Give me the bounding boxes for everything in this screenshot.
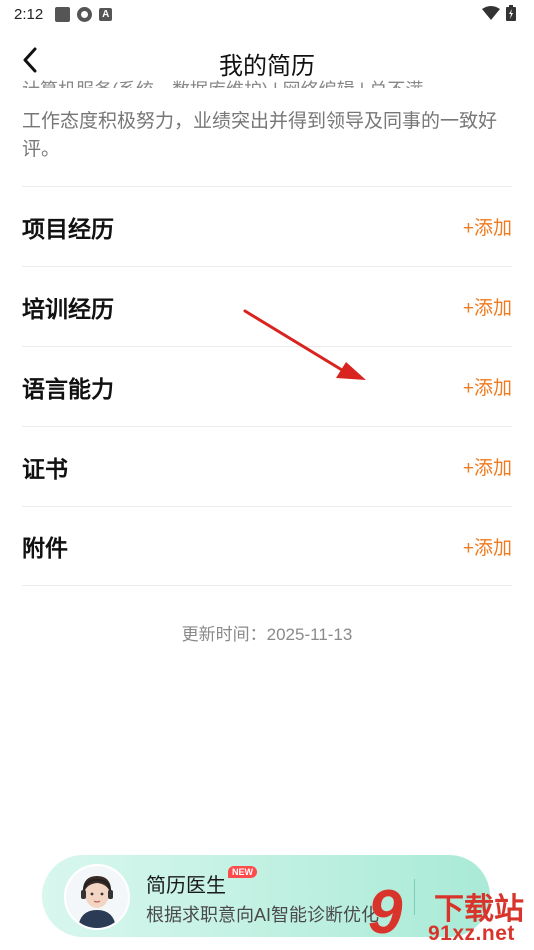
watermark-url: 91xz.net (428, 922, 515, 945)
sync-icon (77, 6, 93, 22)
update-time: 更新时间：2025-11-13 (181, 625, 353, 644)
banner-title: 简历医生 (146, 875, 226, 897)
app-notification-icon (55, 6, 71, 22)
ai-assistant-icon (66, 866, 128, 928)
section-row-projects: 项目经历 +添加 (22, 186, 512, 266)
watermark-logo: 9 (368, 878, 403, 947)
wifi-icon (482, 6, 500, 20)
section-title: 项目经历 (22, 215, 114, 242)
work-description: 工作态度积极努力，业绩突出并得到领导及同事的一致好评。 (22, 111, 498, 160)
add-language-button[interactable]: +添加 (463, 373, 512, 400)
resume-sections: 项目经历 +添加 培训经历 +添加 语言能力 +添加 证书 +添加 附件 +添加 (22, 186, 512, 586)
doctor-avatar (64, 864, 130, 930)
new-badge: NEW (228, 866, 257, 878)
section-row-training: 培训经历 +添加 (22, 266, 512, 346)
section-title: 语言能力 (22, 375, 114, 402)
add-attachment-button[interactable]: +添加 (463, 533, 512, 560)
section-row-certificates: 证书 +添加 (22, 426, 512, 506)
section-title: 培训经历 (22, 295, 114, 322)
banner-subtitle: 根据求职意向AI智能诊断优化 (146, 905, 380, 925)
add-project-button[interactable]: +添加 (463, 213, 512, 240)
work-category-line: 计算机服务(系统、数据库维护) | 网络编辑 | 兑不满 (22, 76, 512, 88)
add-certificate-button[interactable]: +添加 (463, 453, 512, 480)
section-title: 附件 (22, 535, 68, 561)
add-training-button[interactable]: +添加 (463, 293, 512, 320)
a-app-icon: A (99, 7, 113, 21)
notification-icons: A (55, 6, 113, 22)
section-row-language: 语言能力 +添加 (22, 346, 512, 426)
battery-icon (506, 5, 516, 21)
status-time: 2:12 (14, 5, 44, 23)
status-bar: 2:12 A (0, 0, 534, 28)
system-icons (482, 5, 516, 21)
section-title: 证书 (22, 455, 68, 482)
section-row-attachments: 附件 +添加 (22, 506, 512, 586)
site-watermark: 9 下载站 91xz.net (368, 882, 534, 950)
